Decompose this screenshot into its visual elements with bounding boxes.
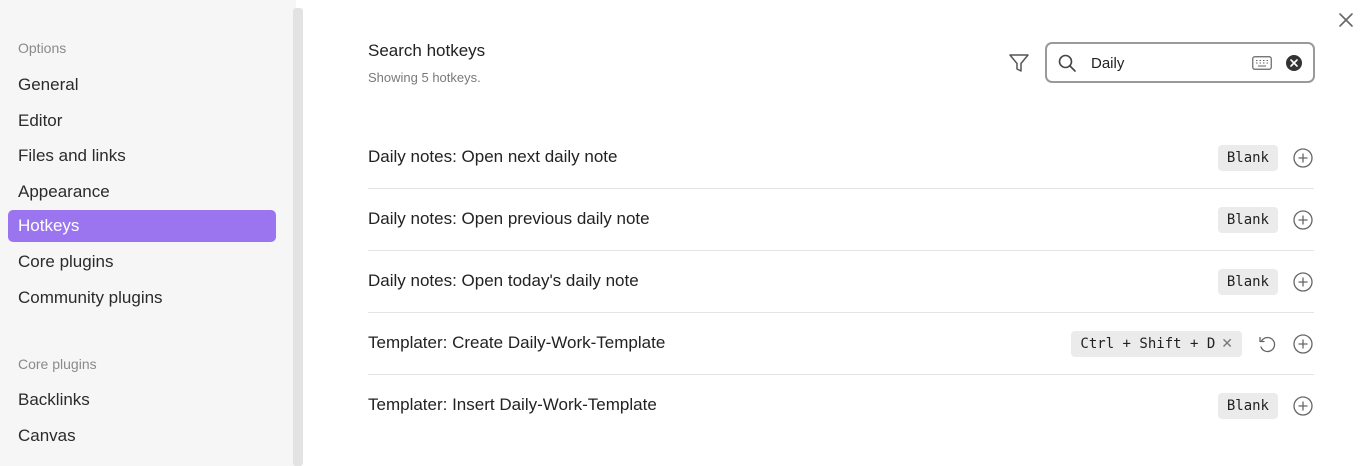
- sidebar-item-canvas[interactable]: Canvas: [8, 420, 276, 452]
- add-hotkey-icon[interactable]: [1292, 333, 1314, 355]
- sidebar-item-hotkeys[interactable]: Hotkeys: [8, 210, 276, 242]
- add-hotkey-icon[interactable]: [1292, 147, 1314, 169]
- add-hotkey-icon[interactable]: [1292, 209, 1314, 231]
- filter-icon[interactable]: [1007, 51, 1031, 75]
- hotkey-chip: Ctrl + Shift + D ✕: [1071, 331, 1242, 357]
- sidebar-item-files-and-links[interactable]: Files and links: [8, 140, 276, 172]
- command-name: Templater: Insert Daily-Work-Template: [368, 395, 657, 414]
- clear-search-icon[interactable]: [1285, 54, 1303, 72]
- hotkey-chip: Blank: [1217, 207, 1278, 233]
- hotkey-row: Daily notes: Open next daily note Blank: [368, 127, 1314, 189]
- command-name: Daily notes: Open previous daily note: [368, 209, 650, 228]
- remove-hotkey-icon[interactable]: ✕: [1221, 331, 1233, 357]
- search-hotkeys-title: Search hotkeys: [368, 41, 486, 60]
- hotkey-row: Daily notes: Open today's daily note Bla…: [368, 251, 1314, 313]
- sidebar-item-general[interactable]: General: [8, 69, 276, 101]
- hotkey-row: Templater: Insert Daily-Work-Template Bl…: [368, 375, 1314, 437]
- settings-sidebar: Options General Editor Files and links A…: [0, 0, 296, 466]
- search-icon: [1057, 53, 1077, 73]
- options-section-header: Options: [18, 40, 67, 56]
- sidebar-item-appearance[interactable]: Appearance: [8, 176, 276, 208]
- sidebar-item-core-plugins[interactable]: Core plugins: [8, 246, 276, 278]
- search-box: [1045, 42, 1315, 83]
- sidebar-item-editor[interactable]: Editor: [8, 105, 276, 137]
- command-name: Daily notes: Open next daily note: [368, 147, 618, 166]
- restore-icon[interactable]: [1256, 333, 1278, 355]
- search-input[interactable]: [1091, 52, 1241, 74]
- add-hotkey-icon[interactable]: [1292, 395, 1314, 417]
- hotkey-row: Templater: Create Daily-Work-Template Ct…: [368, 313, 1314, 375]
- hotkey-chip: Blank: [1217, 269, 1278, 295]
- hotkey-count-text: Showing 5 hotkeys.: [368, 70, 481, 85]
- hotkey-chip: Blank: [1217, 393, 1278, 419]
- command-name: Daily notes: Open today's daily note: [368, 271, 639, 290]
- sidebar-scrollbar[interactable]: [293, 8, 303, 466]
- hotkey-row: Daily notes: Open previous daily note Bl…: [368, 189, 1314, 251]
- hotkey-chip: Blank: [1217, 145, 1278, 171]
- close-icon[interactable]: [1336, 10, 1356, 30]
- command-name: Templater: Create Daily-Work-Template: [368, 333, 666, 352]
- keyboard-icon[interactable]: [1252, 56, 1272, 70]
- core-plugins-section-header: Core plugins: [18, 356, 97, 372]
- sidebar-item-community-plugins[interactable]: Community plugins: [8, 282, 276, 314]
- hotkey-chip-text: Ctrl + Shift + D: [1080, 336, 1216, 352]
- add-hotkey-icon[interactable]: [1292, 271, 1314, 293]
- sidebar-item-backlinks[interactable]: Backlinks: [8, 384, 276, 416]
